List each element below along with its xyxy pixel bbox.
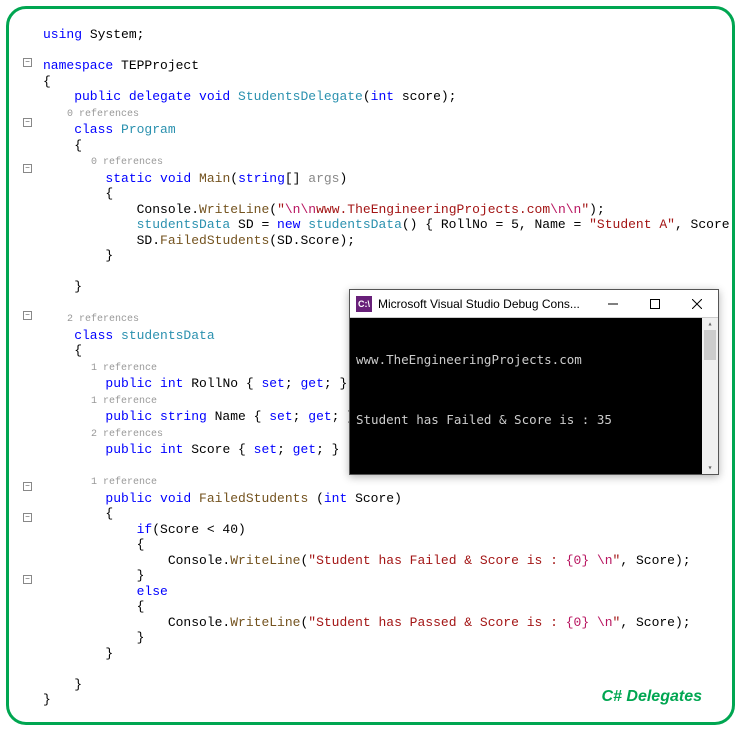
- footer-label: C# Delegates: [602, 688, 703, 706]
- fold-toggle[interactable]: −: [23, 58, 32, 67]
- debug-console-window: C:\ Microsoft Visual Studio Debug Cons..…: [349, 289, 719, 475]
- fold-toggle[interactable]: −: [23, 164, 32, 173]
- scroll-up-icon[interactable]: ▴: [702, 318, 718, 330]
- maximize-button[interactable]: [634, 290, 676, 318]
- fold-toggle[interactable]: −: [23, 513, 32, 522]
- scroll-thumb[interactable]: [704, 330, 716, 360]
- close-button[interactable]: [676, 290, 718, 318]
- scrollbar[interactable]: ▴ ▾: [702, 318, 718, 474]
- window-title: Microsoft Visual Studio Debug Cons...: [378, 297, 592, 311]
- fold-toggle[interactable]: −: [23, 482, 32, 491]
- titlebar[interactable]: C:\ Microsoft Visual Studio Debug Cons..…: [350, 290, 718, 318]
- console-output: www.TheEngineeringProjects.com Student h…: [350, 318, 718, 442]
- console-icon: C:\: [356, 296, 372, 312]
- fold-toggle[interactable]: −: [23, 575, 32, 584]
- fold-toggle[interactable]: −: [23, 311, 32, 320]
- minimize-button[interactable]: [592, 290, 634, 318]
- scroll-down-icon[interactable]: ▾: [702, 462, 718, 474]
- code-frame: − − − − − − − using System; namespace TE…: [6, 6, 735, 725]
- fold-toggle[interactable]: −: [23, 118, 32, 127]
